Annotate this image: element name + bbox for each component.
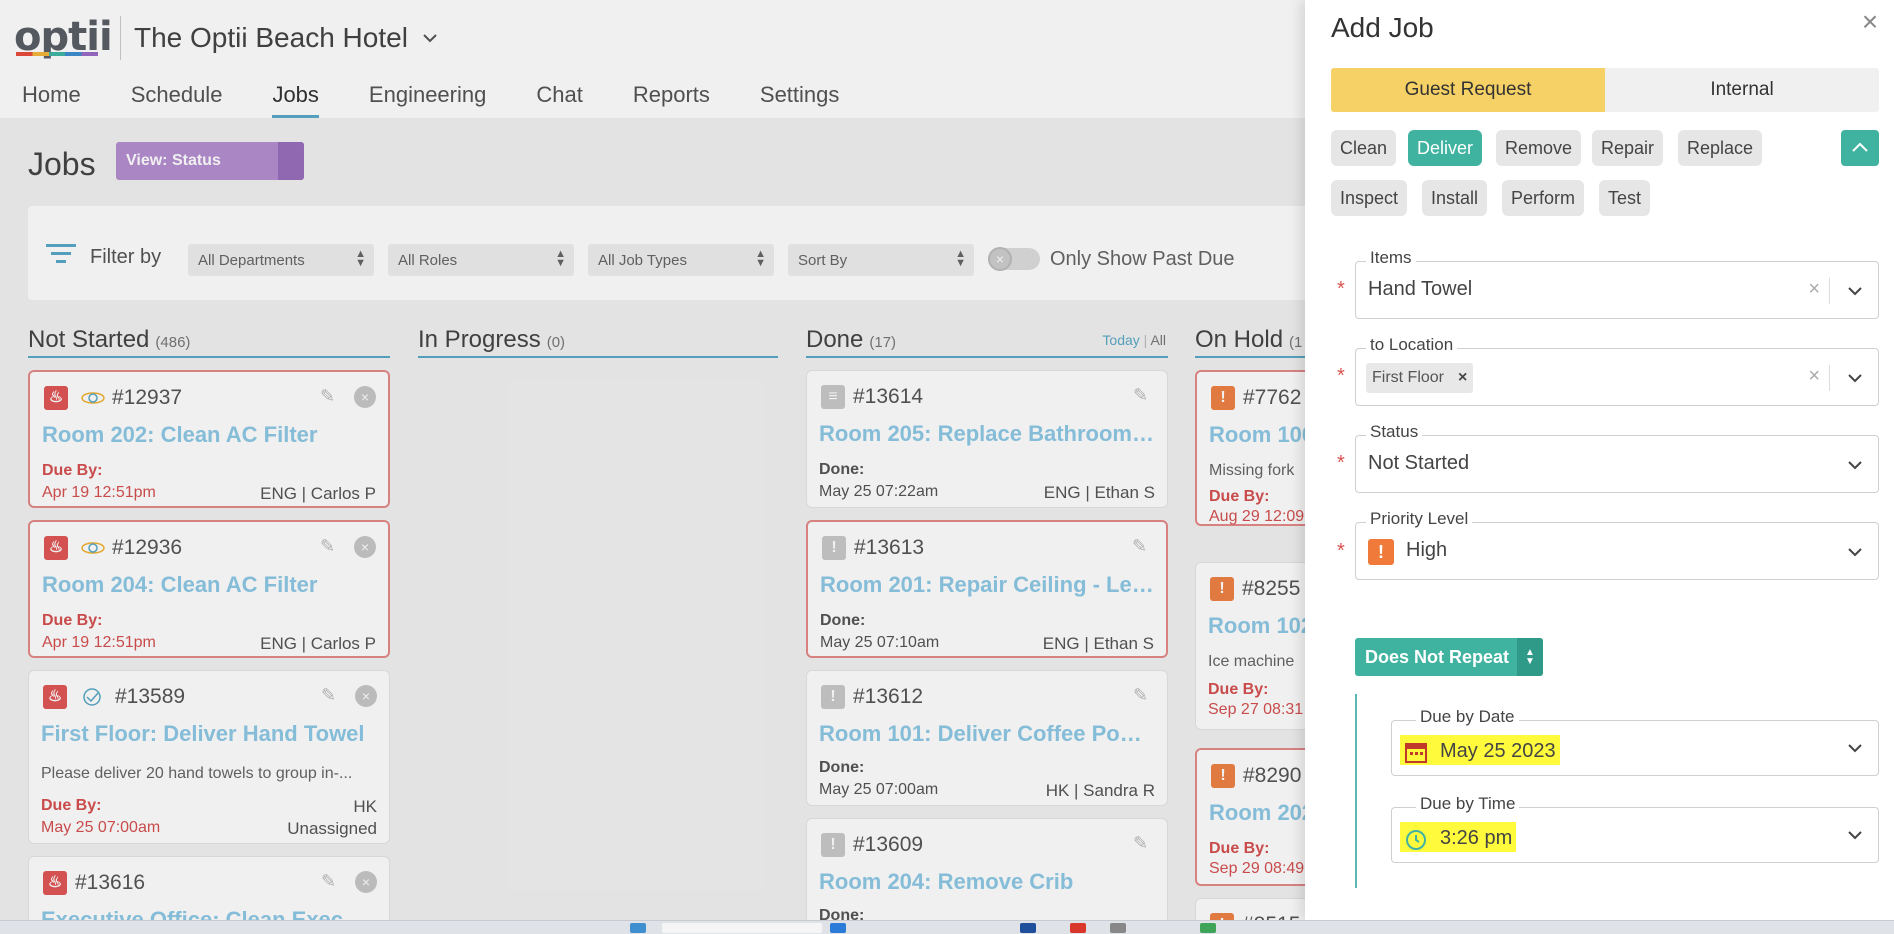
- repeat-select[interactable]: Does Not Repeat ▲ ▼: [1355, 638, 1543, 676]
- action-perform[interactable]: Perform: [1502, 180, 1585, 216]
- required-marker: *: [1337, 365, 1345, 387]
- chevron-down-icon[interactable]: [1846, 456, 1864, 474]
- taskbar-app-icon[interactable]: [1020, 923, 1036, 933]
- location-field[interactable]: to Location First Floor × ×: [1355, 335, 1879, 406]
- taskbar-search-box[interactable]: [662, 923, 822, 933]
- field-separator: [1829, 278, 1830, 304]
- calendar-icon: [1405, 742, 1427, 763]
- due-date-highlight: May 25 2023: [1400, 735, 1560, 765]
- chevron-down-icon[interactable]: [1846, 739, 1864, 757]
- dim-overlay: [0, 0, 1305, 934]
- repeat-label: Does Not Repeat: [1365, 647, 1510, 667]
- clear-icon[interactable]: ×: [1808, 365, 1820, 388]
- action-inspect[interactable]: Inspect: [1331, 180, 1408, 216]
- status-value: Not Started: [1368, 452, 1470, 474]
- taskbar-app-icon[interactable]: [1110, 923, 1126, 933]
- tab-guest-request[interactable]: Guest Request: [1331, 68, 1605, 112]
- taskbar-app-icon[interactable]: [630, 923, 646, 933]
- high-priority-icon: !: [1368, 539, 1394, 565]
- location-label: to Location: [1366, 335, 1458, 355]
- priority-field[interactable]: Priority Level ! High: [1355, 509, 1879, 580]
- action-install[interactable]: Install: [1422, 180, 1488, 216]
- updown-icon: ▲ ▼: [1517, 638, 1543, 676]
- status-field[interactable]: Status Not Started: [1355, 422, 1879, 493]
- repeat-indent-line: [1355, 694, 1357, 888]
- action-replace[interactable]: Replace: [1678, 130, 1763, 166]
- items-value: Hand Towel: [1368, 278, 1473, 300]
- priority-label: Priority Level: [1366, 509, 1473, 529]
- chevron-up-icon: [1852, 142, 1868, 152]
- chevron-down-icon[interactable]: [1846, 369, 1864, 387]
- due-time-value: 3:26 pm: [1440, 827, 1513, 849]
- required-marker: *: [1337, 540, 1345, 562]
- add-job-panel: Add Job × Guest Request Internal Clean D…: [1305, 0, 1894, 920]
- request-type-toggle: Guest Request Internal: [1331, 68, 1879, 112]
- clock-icon: [1406, 829, 1426, 850]
- due-time-highlight: 3:26 pm: [1400, 822, 1517, 852]
- action-clean[interactable]: Clean: [1331, 130, 1397, 166]
- tab-internal[interactable]: Internal: [1605, 68, 1879, 112]
- items-label: Items: [1366, 248, 1416, 268]
- due-date-value: May 25 2023: [1440, 740, 1556, 762]
- taskbar-app-icon[interactable]: [1070, 923, 1086, 933]
- os-taskbar: [0, 920, 1894, 934]
- chevron-down-icon[interactable]: [1846, 543, 1864, 561]
- close-icon[interactable]: ×: [1855, 6, 1885, 37]
- location-tag: First Floor ×: [1366, 363, 1474, 393]
- taskbar-app-icon[interactable]: [1200, 923, 1216, 933]
- action-remove[interactable]: Remove: [1496, 130, 1582, 166]
- due-time-field[interactable]: Due by Time 3:26 pm: [1391, 794, 1879, 863]
- action-test[interactable]: Test: [1599, 180, 1651, 216]
- status-label: Status: [1366, 422, 1423, 442]
- action-deliver[interactable]: Deliver: [1408, 130, 1483, 166]
- remove-tag-icon[interactable]: ×: [1458, 369, 1467, 386]
- required-marker: *: [1337, 278, 1345, 300]
- location-tag-label: First Floor: [1372, 369, 1444, 386]
- field-separator: [1829, 365, 1830, 391]
- priority-value: High: [1406, 539, 1448, 561]
- action-repair[interactable]: Repair: [1592, 130, 1664, 166]
- collapse-chevron-up-icon[interactable]: [1841, 130, 1879, 166]
- items-field[interactable]: Items Hand Towel ×: [1355, 248, 1879, 319]
- required-marker: *: [1337, 452, 1345, 474]
- clear-icon[interactable]: ×: [1808, 278, 1820, 301]
- taskbar-app-icon[interactable]: [830, 923, 846, 933]
- due-date-field[interactable]: Due by Date May 25 2023: [1391, 707, 1879, 776]
- due-date-label: Due by Date: [1416, 707, 1519, 727]
- chevron-down-icon[interactable]: [1846, 282, 1864, 300]
- panel-title: Add Job: [1331, 12, 1434, 43]
- chevron-down-icon[interactable]: [1846, 826, 1864, 844]
- due-time-label: Due by Time: [1416, 794, 1520, 814]
